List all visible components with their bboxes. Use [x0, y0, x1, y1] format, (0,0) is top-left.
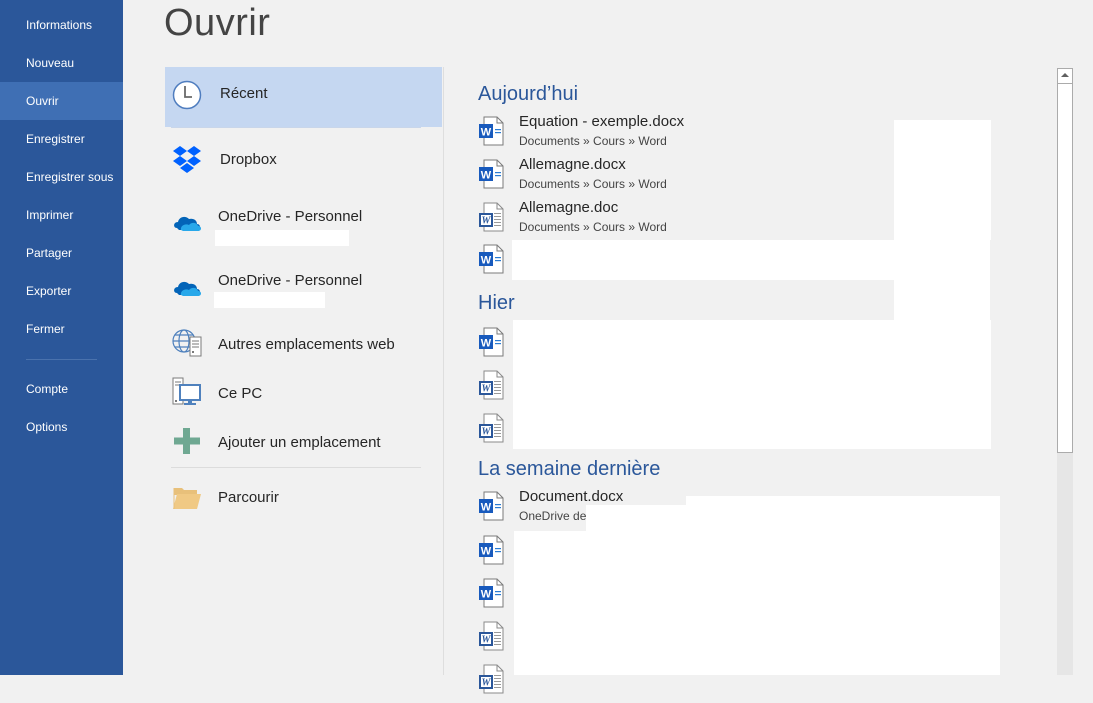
word-doc-icon [476, 620, 508, 652]
place-label: Ce PC [218, 385, 263, 402]
place-label: OneDrive - Personnel [218, 272, 363, 289]
place-label: OneDrive - Personnel [218, 208, 363, 225]
file-name: Allemagne.docx [519, 156, 626, 173]
word-doc-icon [476, 412, 508, 444]
word-docx-icon [476, 534, 508, 566]
section-heading-yesterday: Hier [478, 292, 515, 314]
nav-options[interactable]: Options [0, 408, 123, 446]
nav-exporter[interactable]: Exporter [0, 272, 123, 310]
place-onedrive-2[interactable]: OneDrive - Personnel [165, 267, 442, 317]
redaction-block [513, 320, 991, 449]
nav-compte[interactable]: Compte [0, 370, 123, 408]
places-divider [171, 467, 421, 468]
word-docx-icon [476, 577, 508, 609]
word-doc-icon [476, 663, 508, 695]
places-panel: Récent Dropbox OneDrive - Personnel OneD… [165, 67, 444, 675]
place-ce-pc[interactable]: Ce PC [165, 376, 442, 412]
file-path: Documents » Cours » Word [519, 177, 667, 191]
nav-fermer[interactable]: Fermer [0, 310, 123, 348]
nav-imprimer[interactable]: Imprimer [0, 196, 123, 234]
file-path: OneDrive de [519, 509, 587, 523]
place-label: Autres emplacements web [218, 336, 395, 353]
section-heading-today: Aujourd’hui [478, 83, 579, 105]
dropbox-icon [173, 146, 201, 173]
place-label: Dropbox [220, 151, 277, 168]
backstage-sidebar: Informations Nouveau Ouvrir Enregistrer … [0, 0, 123, 675]
redacted-account [215, 230, 349, 246]
nav-nouveau[interactable]: Nouveau [0, 44, 123, 82]
nav-enregistrer[interactable]: Enregistrer [0, 120, 123, 158]
computer-icon [172, 377, 201, 405]
place-dropbox[interactable]: Dropbox [165, 139, 442, 179]
place-label: Récent [220, 85, 268, 102]
globe-server-icon [172, 329, 202, 357]
onedrive-icon [174, 281, 201, 296]
nav-partager[interactable]: Partager [0, 234, 123, 272]
places-divider [171, 127, 421, 128]
place-parcourir[interactable]: Parcourir [165, 479, 442, 515]
place-onedrive-1[interactable]: OneDrive - Personnel [165, 202, 442, 252]
recent-scrollbar[interactable] [1057, 68, 1073, 675]
nav-enregistrer-sous[interactable]: Enregistrer sous [0, 158, 123, 196]
plus-icon [174, 428, 200, 454]
word-docx-icon [476, 490, 508, 522]
word-docx-icon [476, 115, 508, 147]
place-autres-emplacements-web[interactable]: Autres emplacements web [165, 327, 442, 363]
file-name: Allemagne.doc [519, 199, 619, 216]
place-label: Ajouter un emplacement [218, 434, 381, 451]
file-name: Document.docx [519, 488, 624, 505]
place-ajouter-emplacement[interactable]: Ajouter un emplacement [165, 425, 442, 461]
scroll-thumb[interactable] [1057, 83, 1073, 453]
file-path: Documents » Cours » Word [519, 220, 667, 234]
onedrive-icon [174, 216, 201, 231]
file-name: Equation - exemple.docx [519, 113, 685, 130]
redaction-block [586, 505, 686, 531]
redaction-block [512, 240, 894, 280]
page-title: Ouvrir [164, 2, 271, 44]
file-path: Documents » Cours » Word [519, 134, 667, 148]
sidebar-divider [26, 359, 97, 360]
redacted-account [214, 292, 325, 308]
redaction-block [514, 531, 1000, 675]
word-docx-icon [476, 158, 508, 190]
word-doc-icon [476, 201, 508, 233]
place-label: Parcourir [218, 489, 279, 506]
redaction-block [894, 120, 991, 240]
scroll-up-arrow-icon[interactable] [1057, 68, 1073, 84]
clock-icon [172, 80, 202, 110]
folder-icon [173, 488, 201, 509]
word-docx-icon [476, 243, 508, 275]
redaction-block [894, 240, 990, 320]
place-recent[interactable]: Récent [165, 67, 442, 127]
section-heading-last-week: La semaine dernière [478, 458, 661, 480]
word-docx-icon [476, 326, 508, 358]
nav-ouvrir[interactable]: Ouvrir [0, 82, 123, 120]
nav-informations[interactable]: Informations [0, 6, 123, 44]
word-doc-icon [476, 369, 508, 401]
